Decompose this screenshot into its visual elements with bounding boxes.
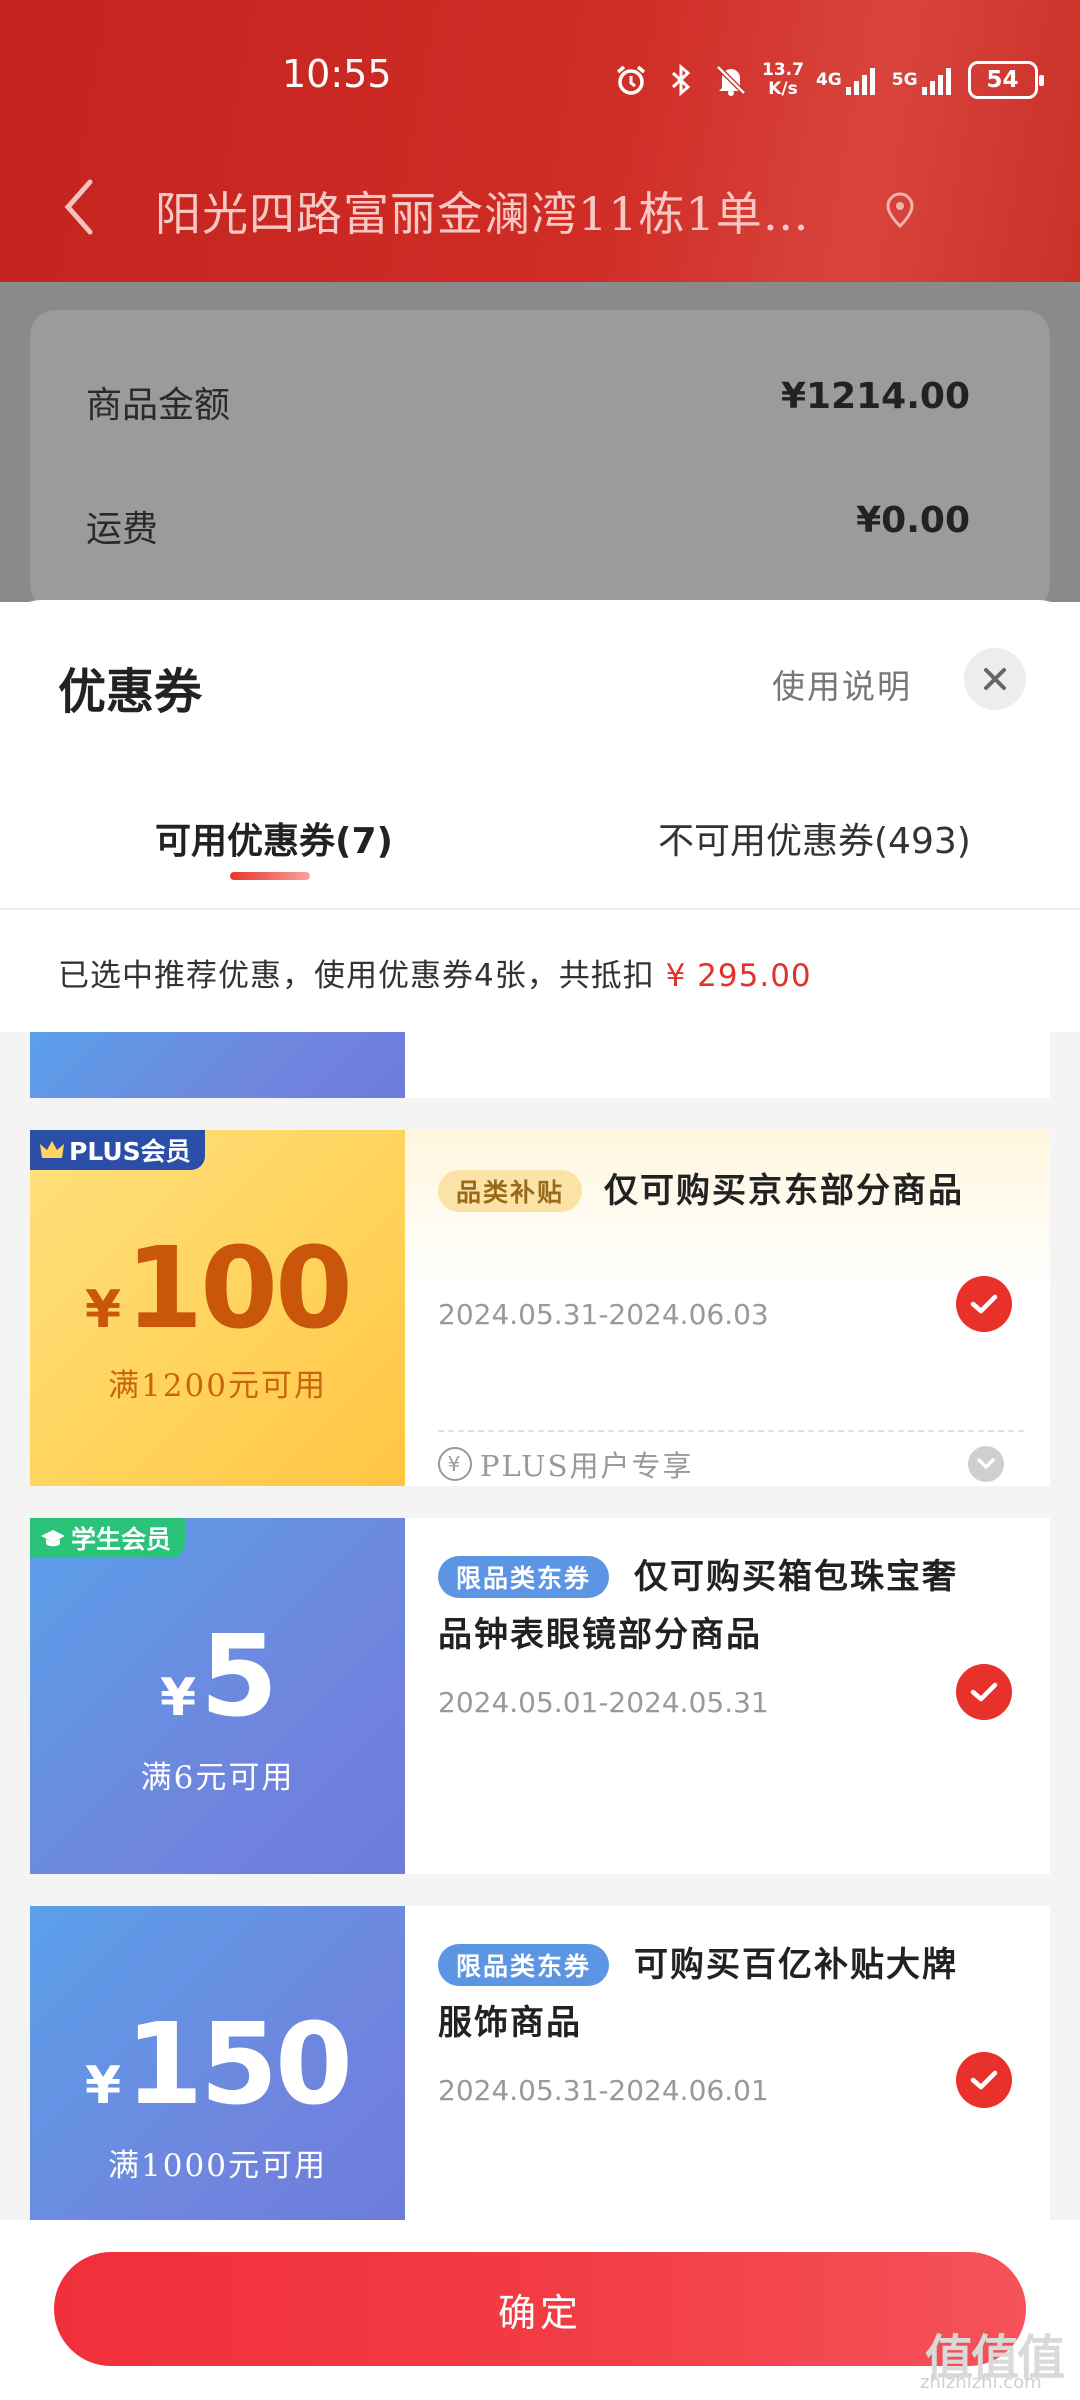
status-icons: 13.7 K/s 4G 5G 54: [612, 58, 1044, 102]
coupon-left-panel: [30, 1032, 405, 1098]
net-4g-label: 4G: [815, 70, 842, 90]
shipping-value: ¥0.00: [856, 500, 970, 541]
signal-5g-icon: [921, 65, 954, 95]
coupon-tag: 限品类东券: [438, 1556, 610, 1598]
recommend-amount: ¥ 295.00: [665, 958, 812, 994]
back-button[interactable]: [56, 174, 106, 240]
recommend-text: 已选中推荐优惠，使用优惠券4张，共抵扣: [58, 958, 655, 994]
coupon-left-panel: PLUS会员 ¥100 满1200元可用: [30, 1130, 405, 1486]
selected-check-icon[interactable]: [956, 1664, 1012, 1720]
coupon-title-line2: 服饰商品: [438, 2003, 582, 2043]
coupon-tag: 限品类东券: [438, 1944, 610, 1986]
yen-coin-icon: ¥: [438, 1447, 472, 1481]
coupon-list: PLUS会员 ¥100 满1200元可用 品类补贴 仅可购买京东部分商品 202…: [0, 1032, 1080, 2240]
alarm-icon: [612, 61, 650, 99]
close-icon: [984, 668, 1006, 690]
active-tab-indicator: [230, 872, 310, 880]
coupon-amount: ¥150: [85, 2000, 353, 2130]
goods-amount-label: 商品金额: [86, 385, 231, 426]
graduation-cap-icon: [41, 1530, 65, 1547]
selected-check-icon[interactable]: [956, 2052, 1012, 2108]
coupon-amount: ¥5: [159, 1612, 278, 1742]
coupon-threshold: 满1000元可用: [108, 2148, 327, 2184]
coupon-amount: ¥100: [85, 1224, 353, 1354]
selected-check-icon[interactable]: [956, 1276, 1012, 1332]
coupon-title-line1: 可购买百亿补贴大牌: [634, 1945, 958, 1985]
coupon-sheet: 优惠券 使用说明 可用优惠券(7) 不可用优惠券(493) 已选中推荐优惠，使用…: [0, 600, 1080, 2400]
tab-unavailable[interactable]: 不可用优惠券(493): [658, 812, 971, 864]
plus-exclusive-note: ¥ PLUS用户专享: [438, 1442, 694, 1486]
bluetooth-icon: [662, 61, 700, 99]
coupon-title-line2: 品钟表眼镜部分商品: [438, 1615, 762, 1655]
mute-bell-icon: [712, 61, 750, 99]
net-speed: 13.7 K/s: [762, 60, 804, 99]
confirm-button[interactable]: 确定: [54, 2252, 1026, 2366]
divider: [0, 908, 1080, 910]
order-summary-card: 商品金额 ¥1214.00 运费 ¥0.00: [30, 310, 1050, 610]
coupon-date: 2024.05.31-2024.06.01: [438, 2074, 769, 2107]
coupon-tag: 品类补贴: [438, 1170, 583, 1212]
plus-member-badge: PLUS会员: [30, 1130, 205, 1170]
coupon-title-line1: 仅可购买箱包珠宝奢: [634, 1557, 958, 1597]
coupon-date: 2024.05.01-2024.05.31: [438, 1686, 769, 1719]
coupon-threshold: 满6元可用: [140, 1760, 295, 1796]
tab-available[interactable]: 可用优惠券(7): [155, 812, 393, 864]
coupon-card-partial[interactable]: [30, 1032, 1050, 1098]
battery-icon: 54: [967, 61, 1044, 99]
coupon-card[interactable]: ¥150 满1000元可用 限品类东券 可购买百亿补贴大牌 服饰商品 2024.…: [30, 1906, 1050, 2240]
coupon-card[interactable]: PLUS会员 ¥100 满1200元可用 品类补贴 仅可购买京东部分商品 202…: [30, 1130, 1050, 1486]
recommend-summary: 已选中推荐优惠，使用优惠券4张，共抵扣 ¥ 295.00: [58, 950, 812, 995]
coupon-divider: [438, 1430, 1024, 1432]
shipping-label: 运费: [86, 509, 159, 550]
delivery-address[interactable]: 阳光四路富丽金澜湾11栋1单…: [155, 178, 810, 244]
close-button[interactable]: [964, 648, 1026, 710]
watermark-url: zhizhizhi.com: [920, 2372, 1042, 2393]
coupon-left-panel: ¥150 满1000元可用: [30, 1906, 405, 2240]
coupon-threshold: 满1200元可用: [108, 1368, 327, 1404]
status-time: 10:55: [282, 52, 392, 96]
usage-help-link[interactable]: 使用说明: [772, 660, 912, 708]
expand-chevron-icon[interactable]: [968, 1446, 1004, 1482]
coupon-date: 2024.05.31-2024.06.03: [438, 1298, 769, 1331]
net-5g-label: 5G: [891, 70, 918, 90]
coupon-left-panel: 学生会员 ¥5 满6元可用: [30, 1518, 405, 1874]
signal-4g-icon: [845, 65, 878, 95]
coupon-card[interactable]: 学生会员 ¥5 满6元可用 限品类东券 仅可购买箱包珠宝奢 品钟表眼镜部分商品 …: [30, 1518, 1050, 1874]
chevron-left-icon: [64, 179, 93, 235]
crown-icon: [40, 1141, 64, 1158]
sheet-title: 优惠券: [58, 664, 203, 720]
coupon-title: 仅可购买京东部分商品: [604, 1171, 964, 1211]
goods-amount-value: ¥1214.00: [780, 376, 970, 417]
location-pin-icon[interactable]: [880, 190, 920, 230]
student-member-badge: 学生会员: [30, 1518, 186, 1558]
